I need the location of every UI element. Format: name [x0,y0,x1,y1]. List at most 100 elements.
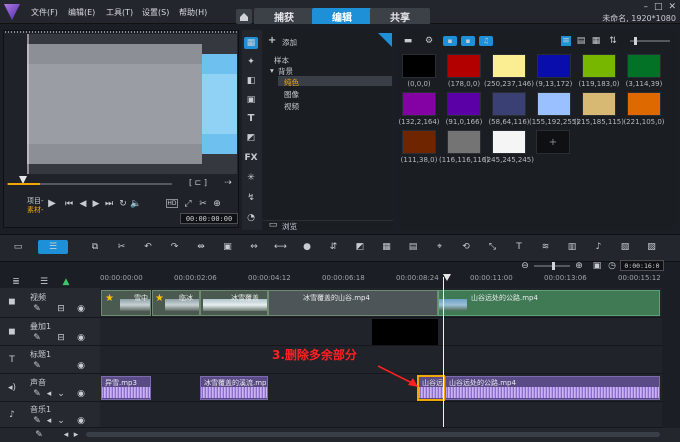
export-icon[interactable]: ▧ [618,241,632,253]
track-lane-music[interactable] [100,402,662,428]
menu-help[interactable]: 帮助(H) [179,7,207,18]
view-grid-icon[interactable]: ▤ [576,36,586,46]
ripple-icon[interactable]: ▲ [60,277,72,287]
zoom-in-icon[interactable]: ⊕ [574,261,584,271]
ripple-edit-icon[interactable]: ⇔ [247,241,261,253]
color-swatch[interactable] [582,54,616,78]
color-swatch[interactable] [492,54,526,78]
path-icon[interactable]: ✳ [244,172,258,184]
overlay-clip-black[interactable] [372,319,438,345]
trim-selection[interactable] [8,183,40,185]
chevron-down-icon[interactable]: ⌄ [56,416,66,426]
add-color-button[interactable]: + [536,130,570,154]
color-swatch[interactable] [582,92,616,116]
menu-edit[interactable]: 编辑(E) [68,7,95,18]
sort-icon[interactable]: ⇅ [608,36,618,46]
timeline-duration[interactable]: 0:00:16:0 [620,260,664,271]
view-list-icon[interactable]: ≡ [561,36,571,46]
record-icon[interactable]: ● [300,241,314,253]
settings-gear-icon[interactable]: ⚙ [423,36,435,46]
edit-track-icon[interactable]: ✎ [32,361,42,371]
zoom-icon[interactable]: ⊕ [212,199,222,209]
color-grade-icon[interactable]: ▥ [565,241,579,253]
visibility-icon[interactable]: ◉ [76,389,86,399]
video-clip[interactable]: 冰雪覆盖 [200,290,268,316]
clip-mode-label[interactable]: 素材- [27,205,44,215]
scroll-thumb[interactable] [86,432,660,437]
chapter-icon[interactable]: ☰ [38,277,50,287]
speed-icon[interactable]: ◔ [244,212,258,224]
color-swatch[interactable] [627,54,661,78]
close-icon[interactable]: ✕ [668,2,676,12]
title-text-icon[interactable]: T [512,241,526,253]
edit-track-icon[interactable]: ✎ [32,389,42,399]
add-icon[interactable]: + [268,36,276,46]
color-swatch[interactable] [492,130,526,154]
scroll-left-icon[interactable]: ◂ [62,430,70,440]
scroll-right-icon[interactable]: ▸ [72,430,80,440]
timeline-view-icon[interactable]: ☰ [38,240,68,254]
lock-icon[interactable]: ⊟ [56,333,66,343]
sound-icon[interactable]: ♪ [592,241,606,253]
preview-timecode[interactable]: 00:00:00:00 [180,213,238,224]
fit-icon[interactable]: ▣ [592,261,602,271]
audio-clip[interactable]: 山谷远处的公路.mp4 [445,376,660,400]
mix-icon[interactable]: ⇵ [327,241,341,253]
repeat-icon[interactable]: ↻ [118,199,128,209]
home-button[interactable] [236,9,252,24]
cut-icon[interactable]: ✂ [115,241,129,253]
video-clip[interactable]: ★ 雪中 [101,290,151,316]
resize-icon[interactable]: ⤡ [486,241,500,253]
motion-icon[interactable]: ↯ [244,192,258,204]
filter-audio-icon[interactable]: ♫ [479,36,493,46]
menu-tools[interactable]: 工具(T) [106,7,133,18]
playhead-line[interactable] [443,277,444,427]
view-thumb-icon[interactable]: ▦ [591,36,601,46]
color-swatch[interactable] [402,54,436,78]
track-manager-icon[interactable]: ≣ [10,277,22,287]
home-start-icon[interactable]: ⏮ [64,199,74,209]
tree-item-samples[interactable]: 样本 [274,55,289,66]
mask-icon[interactable]: ◩ [353,241,367,253]
tree-item-image[interactable]: 图像 [284,89,299,100]
fx-icon[interactable]: FX [244,152,258,164]
fullscreen-icon[interactable]: ⤢ [183,199,193,209]
volume-icon[interactable]: ◂ [44,389,54,399]
menu-file[interactable]: 文件(F) [31,7,58,18]
redo-icon[interactable]: ↷ [168,241,182,253]
tab-capture[interactable]: 捕获 [254,8,314,24]
panel-icon[interactable]: ▨ [645,241,659,253]
hd-badge[interactable]: HD [166,199,178,208]
color-swatch[interactable] [447,92,481,116]
filter-video-icon[interactable]: ▪ [443,36,457,46]
chevron-down-icon[interactable]: ⌄ [56,389,66,399]
volume-icon[interactable]: 🔈 [130,199,141,209]
repeat-icon[interactable]: ⟲ [459,241,473,253]
volume-icon[interactable]: ◂ [44,416,54,426]
visibility-icon[interactable]: ◉ [76,416,86,426]
clock-icon[interactable]: ◷ [607,261,617,271]
media-library-icon[interactable]: ▦ [244,37,258,49]
storyboard-view-icon[interactable]: ▭ [10,240,26,254]
color-swatch[interactable] [402,130,436,154]
copy-icon[interactable]: ⧉ [88,241,102,253]
visibility-icon[interactable]: ◉ [76,361,86,371]
fit-project-icon[interactable]: ▣ [221,241,235,253]
cut-icon[interactable]: ✂ [198,199,208,209]
menu-settings[interactable]: 设置(S) [142,7,169,18]
color-swatch[interactable] [537,92,571,116]
end-icon[interactable]: ⏭ [104,199,114,209]
tab-share[interactable]: 共享 [370,8,430,24]
filter-image-icon[interactable]: ▪ [461,36,475,46]
edit-track-icon[interactable]: ✎ [32,333,42,343]
zoom-handle[interactable] [552,262,555,270]
tab-edit[interactable]: 编辑 [312,8,372,24]
tree-item-video[interactable]: 视频 [284,101,299,112]
edit-track-icon[interactable]: ✎ [32,416,42,426]
lock-icon[interactable]: ⊟ [56,304,66,314]
undo-icon[interactable]: ↶ [141,241,155,253]
minimize-icon[interactable]: – [643,2,648,12]
motion-track-icon[interactable]: ⌖ [433,241,447,253]
title-icon[interactable]: ▣ [244,94,258,106]
tree-item-solid-color[interactable]: 纯色 [284,77,299,88]
